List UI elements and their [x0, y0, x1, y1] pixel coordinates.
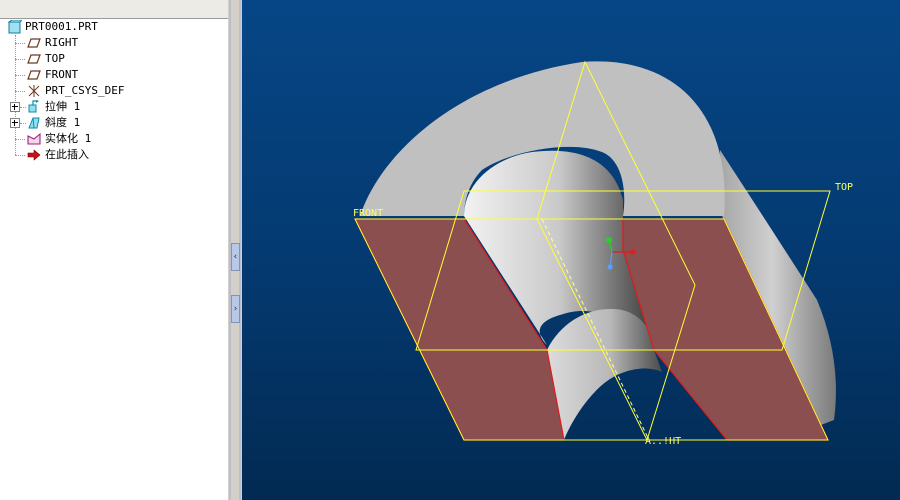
datum-plane-icon [27, 70, 41, 80]
datum-plane-icon [27, 54, 41, 64]
tree-item-extrude[interactable]: 拉伸 1 [0, 99, 226, 115]
inner-cylinder-lower [547, 309, 662, 440]
expand-button[interactable] [10, 118, 20, 128]
tree-item-label: 斜度 1 [45, 116, 81, 129]
datum-plane-icon [27, 38, 41, 48]
expand-panel-button[interactable]: › [231, 295, 240, 323]
tree-item-csys[interactable]: PRT_CSYS_DEF [0, 83, 226, 99]
model-tree: PRT0001.PRT RIGHT TOP FRONT PRT_CSYS_DEF… [0, 19, 228, 500]
tree-item-right-plane[interactable]: RIGHT [0, 35, 226, 51]
tree-item-draft[interactable]: 斜度 1 [0, 115, 226, 131]
tree-item-label: RIGHT [45, 36, 79, 49]
coordinate-system-icon [28, 85, 40, 97]
tree-item-label: TOP [45, 52, 65, 65]
panel-splitter[interactable]: ‹ › [228, 0, 242, 500]
model-tree-header [0, 0, 228, 19]
tree-item-label: PRT_CSYS_DEF [45, 84, 125, 97]
tree-item-front-plane[interactable]: FRONT [0, 67, 226, 83]
top-plane-label[interactable]: TOP [835, 182, 853, 193]
expand-button[interactable] [10, 102, 20, 112]
graphics-viewport[interactable]: FRONT TOP A..!HT [242, 0, 900, 500]
tree-item-label: 拉伸 1 [45, 100, 81, 113]
tree-item-solidify[interactable]: 实体化 1 [0, 131, 226, 147]
solidify-icon [27, 132, 41, 145]
tree-item-insert-here[interactable]: 在此插入 [0, 147, 226, 163]
3d-model-view[interactable]: FRONT TOP A..!HT [242, 0, 900, 500]
tree-item-label: 在此插入 [45, 148, 89, 161]
tree-item-label: PRT0001.PRT [25, 20, 98, 33]
insert-here-arrow-icon [27, 149, 41, 161]
front-plane-label[interactable]: FRONT [353, 208, 383, 219]
tree-item-top-plane[interactable]: TOP [0, 51, 226, 67]
tree-item-label: FRONT [45, 68, 79, 81]
right-plane-label[interactable]: A..!HT [645, 436, 681, 447]
model-tree-panel: PRT0001.PRT RIGHT TOP FRONT PRT_CSYS_DEF… [0, 0, 229, 500]
tree-item-root[interactable]: PRT0001.PRT [0, 19, 226, 35]
tree-item-label: 实体化 1 [45, 132, 92, 145]
part-icon [8, 20, 22, 34]
extrude-icon [28, 100, 39, 113]
draft-icon [28, 117, 40, 129]
collapse-panel-button[interactable]: ‹ [231, 243, 240, 271]
